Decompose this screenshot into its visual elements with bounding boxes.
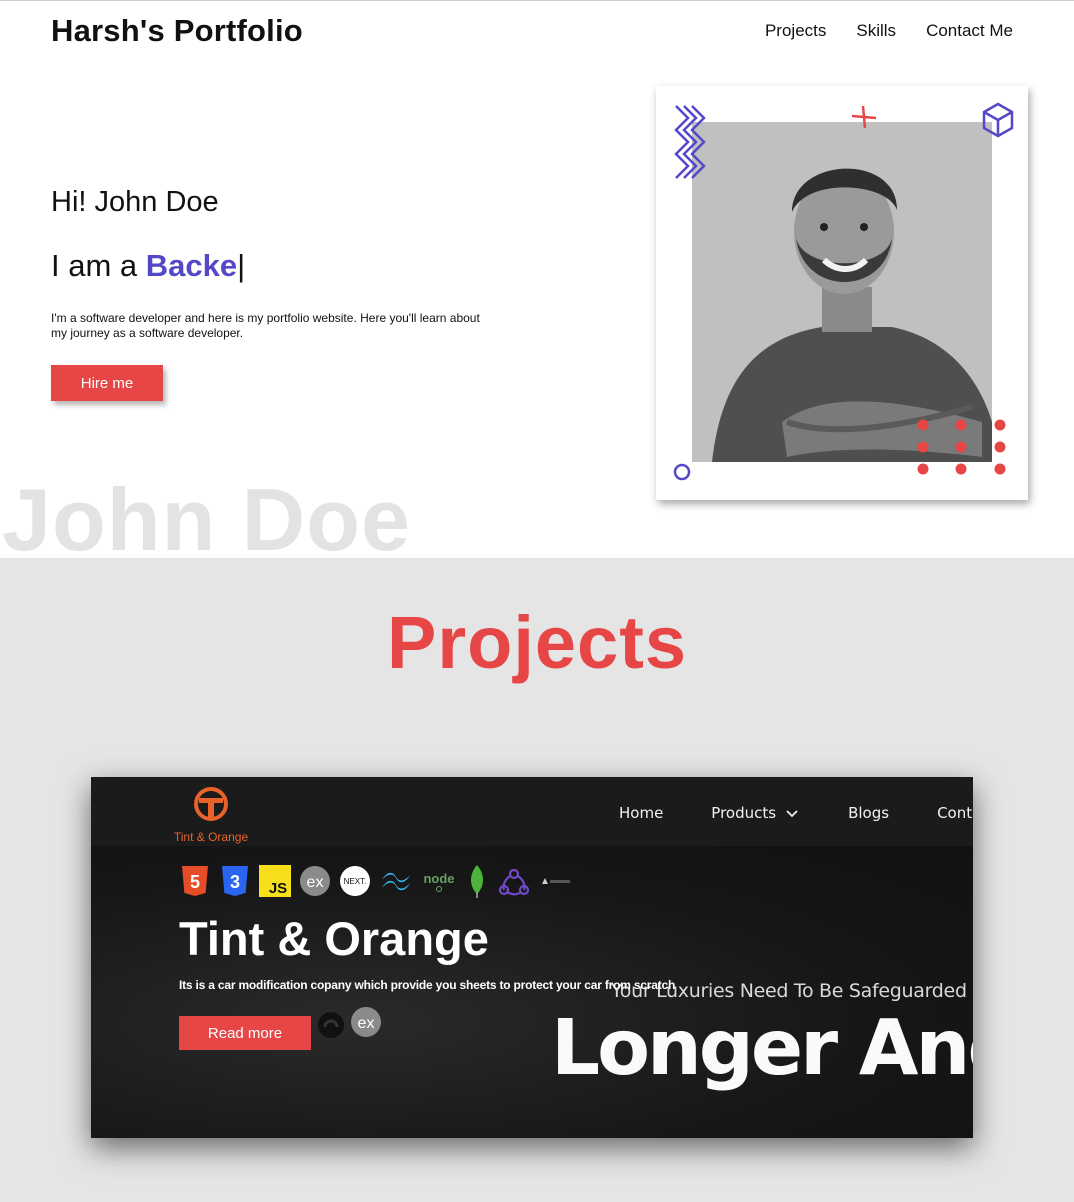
typing-cursor: | (237, 248, 246, 283)
preview-nav-home: Home (619, 804, 664, 822)
read-more-button[interactable]: Read more (179, 1016, 311, 1050)
svg-text:node: node (423, 871, 454, 886)
project-description: Its is a car modification copany which p… (179, 978, 676, 992)
svg-text:ex: ex (358, 1015, 375, 1032)
preview-nav: Home Products Blogs Contact U (619, 804, 973, 822)
tech-stack-icons: 5 3 JS ex NEXT. node (179, 864, 581, 898)
preview-nav-products: Products (711, 804, 777, 822)
role-prefix: I am a (51, 248, 146, 283)
site-brand[interactable]: Harsh's Portfolio (51, 13, 303, 49)
extra-tech-icons: ex (318, 1007, 381, 1038)
project-title: Tint & Orange (179, 912, 489, 965)
projects-section: Projects Tint & Orange Home Products Blo… (0, 558, 1074, 1202)
project-preview-navbar: Tint & Orange Home Products Blogs Contac… (91, 777, 973, 846)
javascript-icon: JS (259, 865, 291, 897)
hero-role-line: I am a Backe| (51, 248, 245, 284)
svg-text:3: 3 (230, 872, 240, 892)
redux-icon (498, 868, 530, 896)
svg-text:JS: JS (269, 880, 287, 897)
chevron-down-icon (786, 804, 798, 822)
hero-greeting: Hi! John Doe (51, 186, 219, 218)
ghost-name-watermark: John Doe (2, 470, 411, 569)
preview-nav-blogs: Blogs (848, 804, 890, 822)
tint-orange-logo-icon (194, 787, 228, 821)
vercel-icon (542, 878, 570, 884)
tailwind-icon (382, 872, 410, 891)
main-nav: Projects Skills Contact Me (765, 21, 1013, 41)
html5-icon: 5 (182, 866, 208, 896)
mongodb-icon (471, 865, 483, 898)
css3-icon: 3 (222, 866, 248, 896)
project-card[interactable]: Tint & Orange Home Products Blogs Contac… (91, 777, 973, 1138)
hire-me-button[interactable]: Hire me (51, 365, 163, 401)
logo-text: Tint & Orange (173, 830, 249, 844)
svg-text:NEXT.: NEXT. (344, 877, 367, 886)
top-border (0, 0, 1074, 1)
zigzag-decoration (674, 105, 706, 179)
projects-title: Projects (386, 601, 688, 684)
tint-orange-logo: Tint & Orange (171, 786, 251, 844)
profile-photo-frame (656, 86, 1028, 500)
nav-skills[interactable]: Skills (856, 21, 896, 41)
preview-nav-contact: Contact U (937, 804, 973, 822)
svg-text:ex: ex (307, 874, 324, 891)
typed-role: Backe (145, 248, 238, 283)
hero-intro: I'm a software developer and here is my … (51, 311, 480, 340)
svg-text:5: 5 (190, 872, 200, 892)
nodejs-icon: node (423, 871, 455, 892)
express-icon: ex (300, 866, 330, 896)
nextjs-icon: NEXT. (340, 866, 370, 896)
nav-projects[interactable]: Projects (765, 21, 826, 41)
preview-headline: Longer And (551, 1004, 973, 1093)
nav-contact[interactable]: Contact Me (926, 21, 1013, 41)
